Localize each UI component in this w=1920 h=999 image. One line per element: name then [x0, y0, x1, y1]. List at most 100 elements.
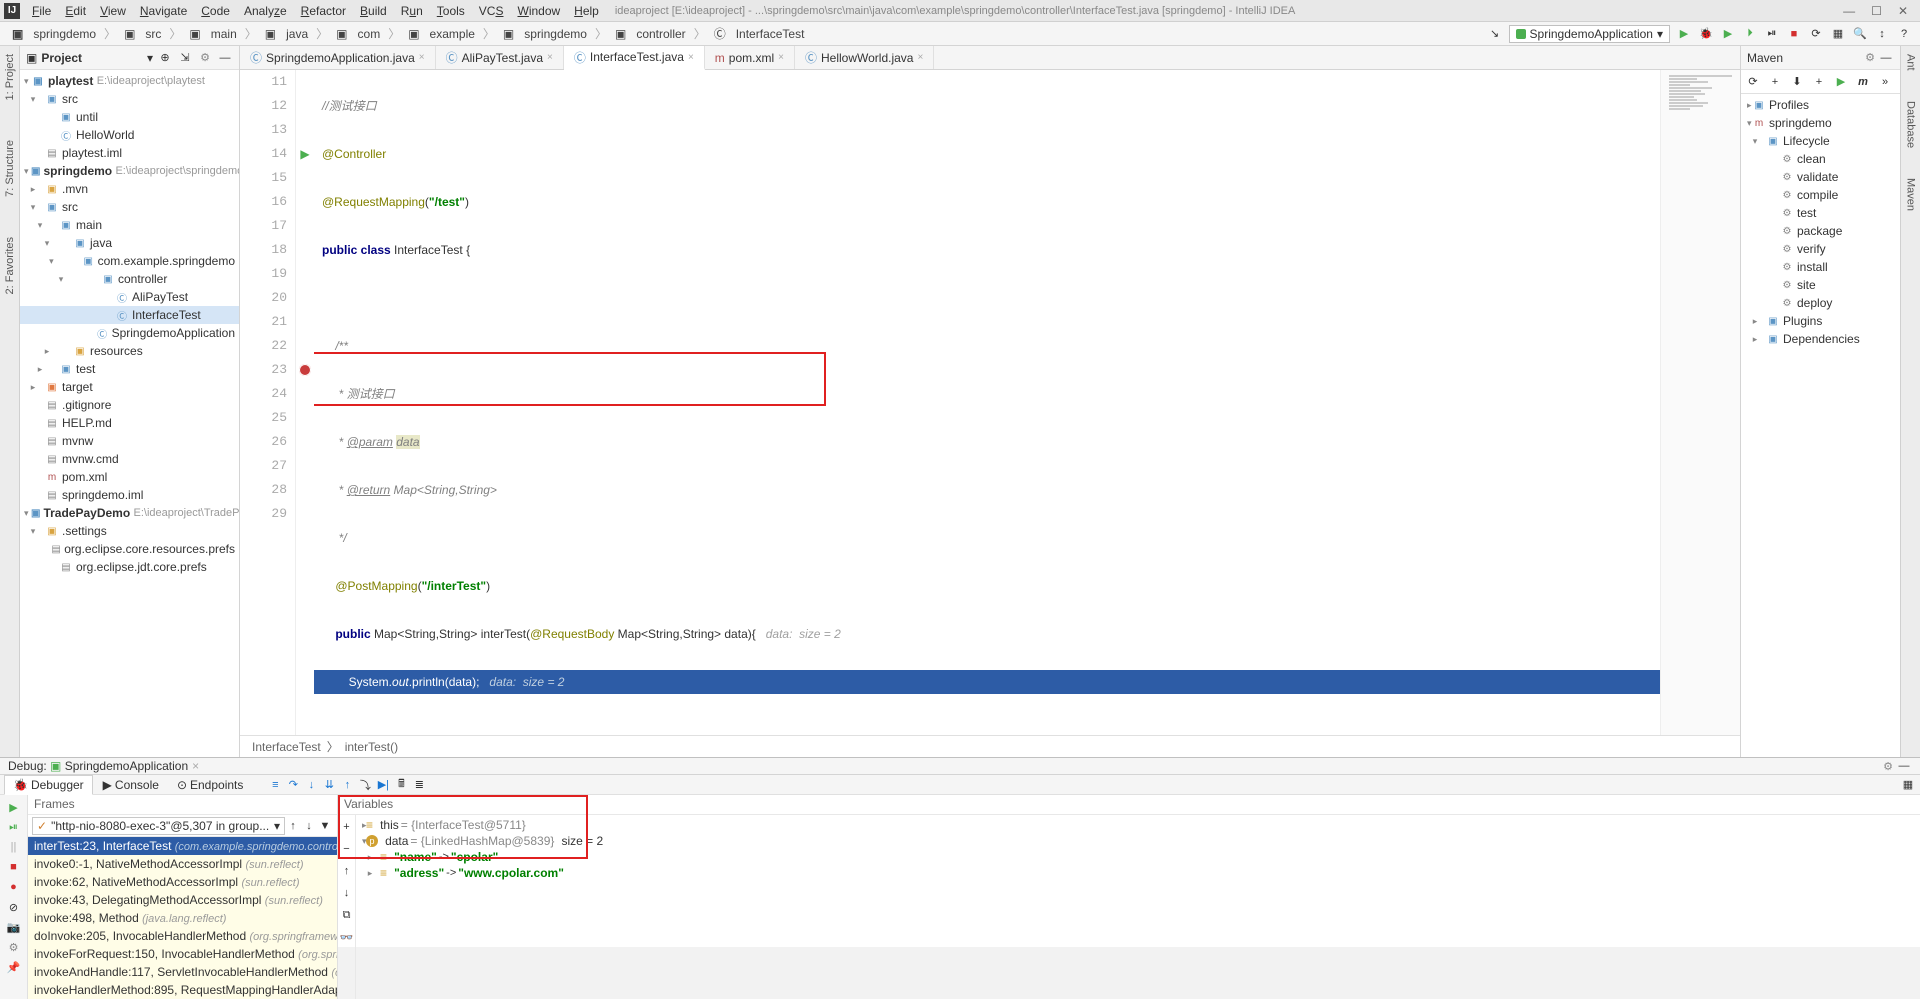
tab-pomxml[interactable]: mpom.xml×	[705, 46, 795, 69]
tab-alipaytest[interactable]: ⒸAliPayTest.java×	[436, 46, 564, 69]
run-gutter-icon[interactable]: ▶	[300, 147, 309, 161]
filter-icon[interactable]: ▼	[317, 818, 333, 834]
menu-edit[interactable]: Edit	[59, 2, 92, 20]
search-icon[interactable]: 🔍	[1852, 26, 1868, 42]
stop-icon[interactable]: ■	[6, 859, 22, 875]
ant-tool-tab[interactable]: Ant	[1905, 54, 1917, 71]
menu-analyze[interactable]: Analyze	[238, 2, 293, 20]
copy-icon[interactable]: ⧉	[339, 907, 355, 923]
prev-frame-icon[interactable]: ↑	[285, 818, 301, 834]
trace-icon[interactable]: ≣	[411, 777, 427, 793]
debugger-tab[interactable]: 🐞Debugger	[4, 775, 93, 795]
force-step-icon[interactable]: ⇊	[321, 777, 337, 793]
down-icon[interactable]: ↓	[339, 885, 355, 901]
editor-breadcrumb[interactable]: InterfaceTest〉interTest()	[240, 735, 1740, 757]
remove-watch-icon[interactable]: −	[339, 841, 355, 857]
gear-icon[interactable]: ⚙	[1862, 50, 1878, 66]
endpoints-tab[interactable]: ⊙Endpoints	[169, 776, 251, 794]
pause-icon[interactable]: ||	[6, 839, 22, 855]
coverage-icon[interactable]: ▶	[1720, 26, 1736, 42]
close-icon[interactable]: ✕	[1898, 4, 1908, 18]
show-exec-icon[interactable]: ≡	[267, 777, 283, 793]
menu-file[interactable]: FFileile	[26, 2, 57, 20]
run-icon[interactable]: ▶	[1833, 74, 1849, 90]
dump-icon[interactable]: 📷	[6, 919, 22, 935]
database-tool-tab[interactable]: Database	[1905, 101, 1917, 148]
editor[interactable]: 11 12 13 14 15 16 17 18 19 20 21 22 23 2…	[240, 70, 1740, 735]
debug-icon[interactable]: 🐞	[1698, 26, 1714, 42]
menu-navigate[interactable]: Navigate	[134, 2, 193, 20]
layout-icon[interactable]: ▦	[1900, 777, 1916, 793]
hide-icon[interactable]: —	[217, 50, 233, 66]
menu-tools[interactable]: Tools	[431, 2, 471, 20]
step-over-icon[interactable]: ↷	[285, 777, 301, 793]
structure-icon[interactable]: ▦	[1830, 26, 1846, 42]
tab-springdemoapp[interactable]: ⒸSpringdemoApplication.java×	[240, 46, 436, 69]
evaluate-icon[interactable]: 🖩	[393, 777, 409, 793]
attach-icon[interactable]: ⏯	[1764, 26, 1780, 42]
minimize-icon[interactable]: —	[1843, 4, 1855, 18]
console-tab[interactable]: ▶Console	[95, 776, 167, 794]
tab-helloworld[interactable]: ⒸHellowWorld.java×	[795, 46, 934, 69]
mute-bp-icon[interactable]: ⊘	[6, 899, 22, 915]
menu-view[interactable]: View	[94, 2, 132, 20]
thread-selector[interactable]: ✓"http-nio-8080-exec-3"@5,307 in group..…	[32, 817, 285, 835]
variables-tree[interactable]: ▸≡ this = {InterfaceTest@5711} ▾p data =…	[356, 815, 1920, 999]
minimap[interactable]	[1660, 70, 1740, 735]
settings-icon[interactable]: ⚙	[197, 50, 213, 66]
maven-tree[interactable]: ▸▣Profiles ▾mspringdemo ▾▣Lifecycle ⚙cle…	[1741, 94, 1900, 757]
menu-vcs[interactable]: VCS	[473, 2, 510, 20]
run-config-select[interactable]: SpringdemoApplication ▾	[1509, 25, 1670, 43]
up-icon-icon[interactable]: ↑	[339, 863, 355, 879]
project-tree[interactable]: ▾▣playtest E:\ideaproject\playtest ▾▣src…	[20, 70, 239, 757]
add-watch-icon[interactable]: +	[339, 819, 355, 835]
favorites-tool-tab[interactable]: 2: Favorites	[4, 237, 16, 294]
maximize-icon[interactable]: ☐	[1871, 4, 1882, 18]
menu-build[interactable]: Build	[354, 2, 393, 20]
expand-all-icon[interactable]: ⇲	[177, 50, 193, 66]
rerun-icon[interactable]: ▶	[6, 799, 22, 815]
execute-icon[interactable]: m	[1855, 74, 1871, 90]
stop-icon[interactable]: ■	[1786, 26, 1802, 42]
run-to-cursor-icon[interactable]: ▶|	[375, 777, 391, 793]
hide-icon[interactable]: —	[1878, 50, 1894, 66]
breadcrumb[interactable]: ▣springdemo〉 ▣src〉 ▣main〉 ▣java〉 ▣com〉 ▣…	[8, 24, 808, 43]
resume-icon[interactable]: ⏯	[6, 819, 22, 835]
more-icon[interactable]: »	[1877, 74, 1893, 90]
breakpoints-icon[interactable]: ●	[6, 879, 22, 895]
drop-frame-icon[interactable]: ⤵	[357, 777, 373, 793]
settings-icon[interactable]: ⚙	[6, 939, 22, 955]
breakpoint-icon[interactable]	[299, 364, 311, 376]
step-into-icon[interactable]: ↓	[303, 777, 319, 793]
profile-icon[interactable]: ⏵	[1742, 26, 1758, 42]
update-icon[interactable]: ⟳	[1808, 26, 1824, 42]
generate-icon[interactable]: +	[1767, 74, 1783, 90]
download-icon[interactable]: ⬇	[1789, 74, 1805, 90]
step-out-icon[interactable]: ↑	[339, 777, 355, 793]
hide-icon[interactable]: —	[1896, 758, 1912, 774]
gutter-icons[interactable]: ▶	[296, 70, 314, 735]
build-icon[interactable]: ↘	[1487, 26, 1503, 42]
next-frame-icon[interactable]: ↓	[301, 818, 317, 834]
menu-code[interactable]: Code	[195, 2, 236, 20]
gutter[interactable]: 11 12 13 14 15 16 17 18 19 20 21 22 23 2…	[254, 70, 296, 735]
select-opened-icon[interactable]: ⊕	[157, 50, 173, 66]
menu-run[interactable]: Run	[395, 2, 429, 20]
settings-icon[interactable]: ?	[1896, 26, 1912, 42]
menu-window[interactable]: Window	[511, 2, 566, 20]
gear-icon[interactable]: ⚙	[1880, 758, 1896, 774]
glasses-icon[interactable]: 👓	[339, 929, 355, 945]
pin-icon[interactable]: 📌	[6, 959, 22, 975]
run-icon[interactable]: ▶	[1676, 26, 1692, 42]
structure-tool-tab[interactable]: 7: Structure	[4, 140, 16, 197]
add-icon[interactable]: +	[1811, 74, 1827, 90]
menu-help[interactable]: Help	[568, 2, 605, 20]
reload-icon[interactable]: ⟳	[1745, 74, 1761, 90]
frames-list[interactable]: interTest:23, InterfaceTest (com.example…	[28, 837, 337, 999]
code-area[interactable]: //测试接口 @Controller @RequestMapping("/tes…	[314, 70, 1660, 735]
project-tool-tab[interactable]: 1: Project	[4, 54, 16, 100]
sync-icon[interactable]: ↕	[1874, 26, 1890, 42]
tab-interfacetest[interactable]: ⒸInterfaceTest.java×	[564, 46, 705, 70]
maven-tool-tab[interactable]: Maven	[1905, 178, 1917, 211]
menu-refactor[interactable]: Refactor	[295, 2, 352, 20]
